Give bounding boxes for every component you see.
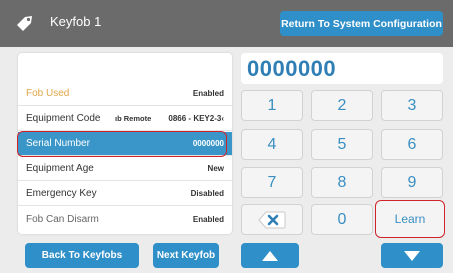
row-value: Enabled	[192, 89, 224, 98]
scroll-up-button[interactable]	[241, 243, 299, 268]
serial-number-display: 0000000	[241, 53, 443, 84]
key-1[interactable]: 1	[241, 90, 303, 121]
selection-highlight	[17, 131, 227, 157]
header-bar: Keyfob 1 Return To System Configuration	[0, 0, 453, 47]
row-label: Equipment Age	[26, 163, 94, 174]
row-fob-used[interactable]: Fob Used Enabled	[18, 82, 232, 106]
keyfob-tag-icon	[17, 16, 32, 31]
page-title: Keyfob 1	[50, 14, 102, 29]
row-value: Enabled	[192, 214, 224, 224]
row-label: Equipment Code	[26, 113, 101, 124]
learn-button[interactable]: Learn	[375, 200, 445, 238]
clear-key[interactable]	[241, 204, 303, 235]
return-to-system-configuration-button[interactable]: Return To System Configuration	[280, 11, 443, 36]
key-3[interactable]: 3	[381, 90, 443, 121]
row-value: Disabled	[190, 189, 224, 198]
backspace-clear-icon	[258, 211, 286, 228]
row-label: Fob Used	[26, 88, 70, 99]
key-0[interactable]: 0	[311, 204, 373, 235]
key-7[interactable]: 7	[241, 167, 303, 198]
key-9[interactable]: 9	[381, 167, 443, 198]
row-equipment-age[interactable]: Equipment Age New	[18, 157, 232, 181]
row-fob-can-disarm[interactable]: Fob Can Disarm Enabled	[18, 207, 232, 231]
key-5[interactable]: 5	[311, 129, 373, 160]
row-emergency-key[interactable]: Emergency Key Disabled	[18, 182, 232, 206]
row-equipment-code[interactable]: Equipment Code ıb Remote 0866 - KEY2-3‹	[18, 107, 232, 131]
key-4[interactable]: 4	[241, 129, 303, 160]
row-value: 0866 - KEY2-3‹	[168, 114, 224, 123]
next-keyfob-button[interactable]: Next Keyfob	[153, 243, 219, 268]
key-2[interactable]: 2	[311, 90, 373, 121]
arrow-up-icon	[262, 250, 278, 261]
key-8[interactable]: 8	[311, 167, 373, 198]
row-label: Emergency Key	[26, 188, 97, 199]
arrow-down-icon	[404, 250, 420, 261]
scroll-down-button[interactable]	[381, 243, 443, 268]
row-value: New	[207, 164, 224, 173]
back-to-keyfobs-button[interactable]: Back To Keyfobs	[25, 243, 139, 268]
key-6[interactable]: 6	[381, 129, 443, 160]
display-value: 0000000	[247, 55, 337, 81]
row-sub-value: ıb Remote	[115, 114, 152, 123]
row-label: Fob Can Disarm	[26, 213, 99, 225]
